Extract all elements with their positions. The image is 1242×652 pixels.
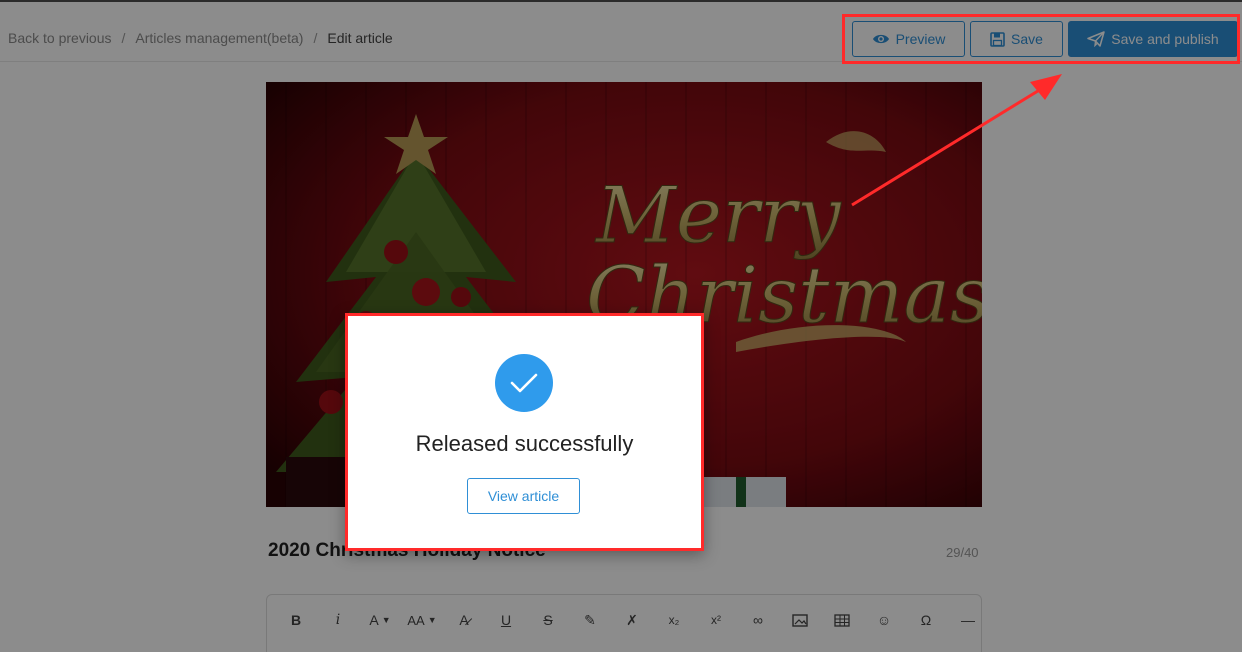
dialog-title: Released successfully — [415, 431, 634, 456]
view-article-button[interactable]: View article — [467, 478, 580, 514]
highlight-box-annotation — [842, 14, 1240, 64]
publish-success-dialog: Released successfully View article — [345, 313, 704, 551]
success-check-icon — [495, 354, 553, 412]
